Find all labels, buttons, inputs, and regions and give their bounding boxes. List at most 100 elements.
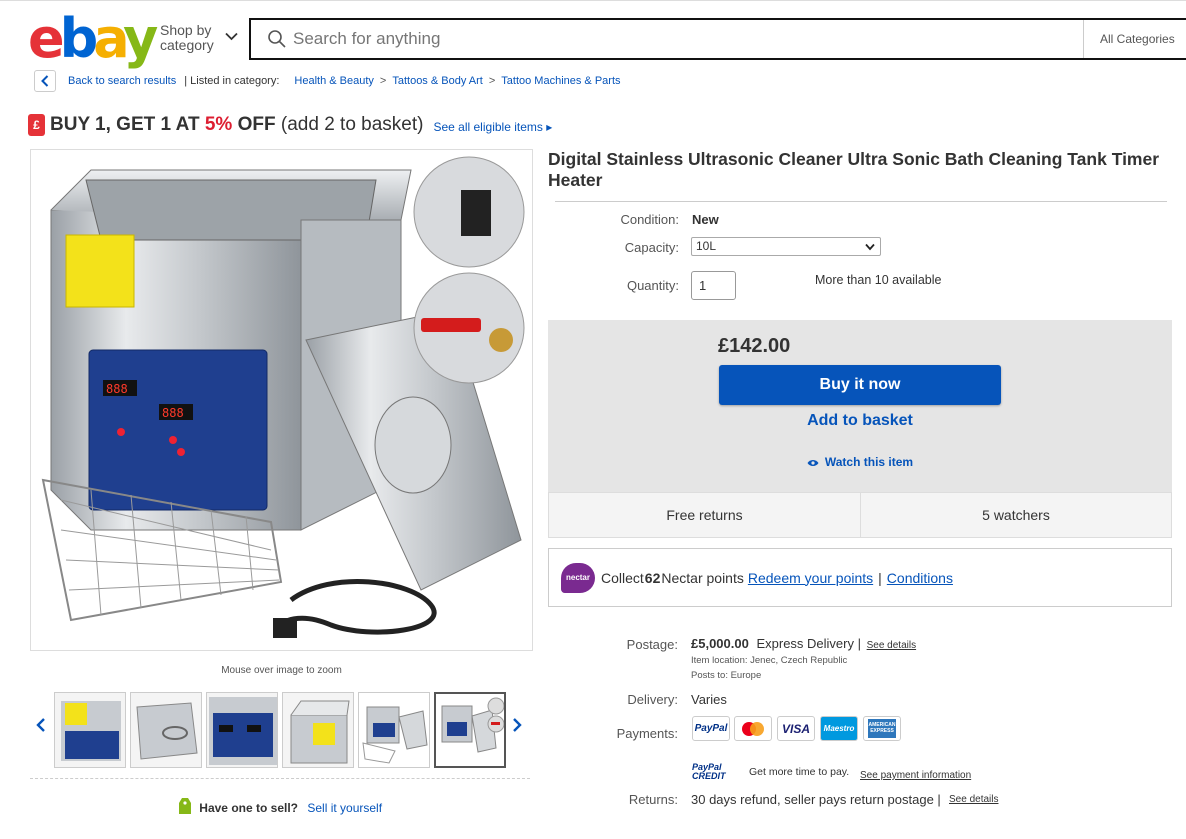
see-eligible-items-link[interactable]: See all eligible items ▸: [433, 120, 552, 134]
postage-label: Postage:: [626, 637, 678, 652]
thumbnail-image: [136, 702, 198, 760]
chevron-down-icon: [865, 238, 875, 257]
promo-part1: BUY 1, GET 1 AT: [50, 114, 205, 135]
category-select[interactable]: All Categories: [1083, 20, 1186, 58]
breadcrumb-tattoos[interactable]: Tattoos & Body Art: [392, 75, 483, 87]
main-product-image[interactable]: 888 888: [30, 149, 533, 651]
add-to-basket-button[interactable]: Add to basket: [719, 412, 1001, 430]
logo-letter-a: a: [93, 7, 128, 70]
ultrasonic-cleaner-image: 888 888: [41, 156, 525, 638]
item-title: Digital Stainless Ultrasonic Cleaner Ult…: [548, 149, 1160, 190]
search-input[interactable]: [293, 21, 1083, 57]
quantity-label: Quantity:: [626, 278, 679, 293]
thumbnail-image: [209, 697, 277, 765]
posts-to: Posts to: Europe: [691, 670, 762, 681]
capacity-select[interactable]: 10L: [691, 237, 881, 256]
payments-label: Payments:: [616, 726, 678, 741]
logo-letter-e: e: [28, 7, 65, 70]
postage-service: Express Delivery |: [756, 636, 861, 651]
sell-question: Have one to sell?: [199, 801, 298, 815]
shop-by-category-label: Shop by category: [160, 22, 214, 53]
visa-icon: VISA: [777, 716, 815, 741]
logo-letter-y: y: [123, 7, 158, 70]
condition-value: New: [692, 212, 719, 227]
nectar-logo: nectar: [561, 562, 595, 593]
redeem-points-link[interactable]: Redeem your points: [748, 570, 873, 586]
back-to-search-link[interactable]: Back to search results: [68, 75, 176, 87]
thumbnail-strip: [32, 692, 530, 768]
chevron-left-icon: [41, 75, 49, 87]
watchers-count: 5 watchers: [860, 492, 1172, 538]
watch-item-label: Watch this item: [824, 455, 914, 469]
watch-item-button[interactable]: Watch this item: [719, 455, 1001, 470]
buy-it-now-button[interactable]: Buy it now: [719, 365, 1001, 405]
breadcrumb-health-beauty[interactable]: Health & Beauty: [294, 75, 374, 87]
promo-text: BUY 1, GET 1 AT 5% OFF (add 2 to basket): [50, 114, 423, 136]
maestro-icon: Maestro: [820, 716, 858, 741]
svg-text:888: 888: [162, 406, 184, 420]
sell-it-yourself-link[interactable]: Sell it yourself: [307, 801, 382, 815]
delivery-value: Varies: [691, 692, 727, 707]
search-icon: [267, 29, 287, 49]
returns-label: Returns:: [628, 792, 678, 807]
thumbnail-6-selected[interactable]: [434, 692, 506, 768]
thumbnail-image: [61, 701, 121, 761]
item-location: Item location: Jenec, Czech Republic: [691, 655, 848, 666]
thumbnail-image: [359, 693, 429, 767]
sell-row: Have one to sell? Sell it yourself: [30, 778, 530, 818]
thumbnail-image: [290, 700, 350, 764]
promo-part2: OFF: [232, 114, 276, 135]
returns-value: 30 days refund, seller pays return posta…: [691, 792, 941, 807]
more-time-text: Get more time to pay.: [749, 766, 850, 778]
nectar-points: 62: [644, 569, 661, 586]
breadcrumb-tattoo-machines[interactable]: Tattoo Machines & Parts: [501, 75, 620, 87]
payment-info-link[interactable]: See payment information: [860, 770, 971, 781]
paypal-credit-logo: PayPal CREDIT: [692, 762, 726, 781]
thumb-prev-arrow[interactable]: [36, 716, 46, 737]
price-tag-green-icon: [178, 797, 192, 818]
nectar-collect: Collect: [601, 569, 644, 586]
postage-see-details-link[interactable]: See details: [867, 640, 916, 651]
zoom-note: Mouse over image to zoom: [221, 665, 342, 676]
capacity-label: Capacity:: [624, 240, 679, 255]
promo-banner: £ BUY 1, GET 1 AT 5% OFF (add 2 to baske…: [28, 112, 552, 138]
promo-part3: (add 2 to basket): [275, 114, 424, 135]
delivery-label: Delivery:: [627, 692, 678, 707]
thumbnail-1[interactable]: [54, 692, 126, 768]
amex-label: AMERICAN EXPRESS: [868, 719, 896, 738]
logo-letter-b: b: [59, 7, 99, 70]
thumbnail-4[interactable]: [282, 692, 354, 768]
title-divider: [555, 201, 1167, 202]
thumbnail-2[interactable]: [130, 692, 202, 768]
nectar-separator: |: [878, 569, 882, 586]
back-button[interactable]: [34, 70, 56, 92]
price-tag-icon: £: [28, 114, 45, 136]
listed-in-label: | Listed in category:: [184, 75, 280, 87]
breadcrumb: Back to search results | Listed in categ…: [34, 68, 621, 94]
breadcrumb-separator: >: [488, 75, 496, 87]
promo-percent: 5%: [204, 114, 233, 135]
chevron-down-icon: [225, 29, 238, 44]
quantity-input[interactable]: 1: [691, 271, 736, 300]
thumbnail-image: [436, 694, 504, 766]
thumbnail-3[interactable]: [206, 692, 278, 768]
postage-info: £5,000.00 Express Delivery | See details: [691, 636, 916, 651]
top-border: [0, 0, 1186, 1]
paypal-icon: PayPal: [692, 716, 730, 741]
chevron-right-icon: [513, 718, 522, 732]
thumbnail-5[interactable]: [358, 692, 430, 768]
chevron-left-icon: [36, 718, 45, 732]
ebay-logo[interactable]: ebay: [28, 12, 158, 66]
postage-price: £5,000.00: [691, 636, 749, 651]
nectar-points-text: Nectar points: [661, 569, 744, 586]
shop-by-category-button[interactable]: Shop by category: [160, 23, 242, 55]
free-returns-badge: Free returns: [548, 492, 861, 538]
breadcrumb-separator: >: [379, 75, 387, 87]
search-bar: All Categories: [249, 18, 1186, 60]
availability-text: More than 10 available: [815, 273, 942, 287]
mastercard-icon: [734, 716, 772, 741]
thumb-next-arrow[interactable]: [512, 716, 522, 737]
nectar-conditions-link[interactable]: Conditions: [887, 570, 953, 586]
returns-see-details-link[interactable]: See details: [949, 794, 998, 805]
svg-text:888: 888: [106, 382, 128, 396]
